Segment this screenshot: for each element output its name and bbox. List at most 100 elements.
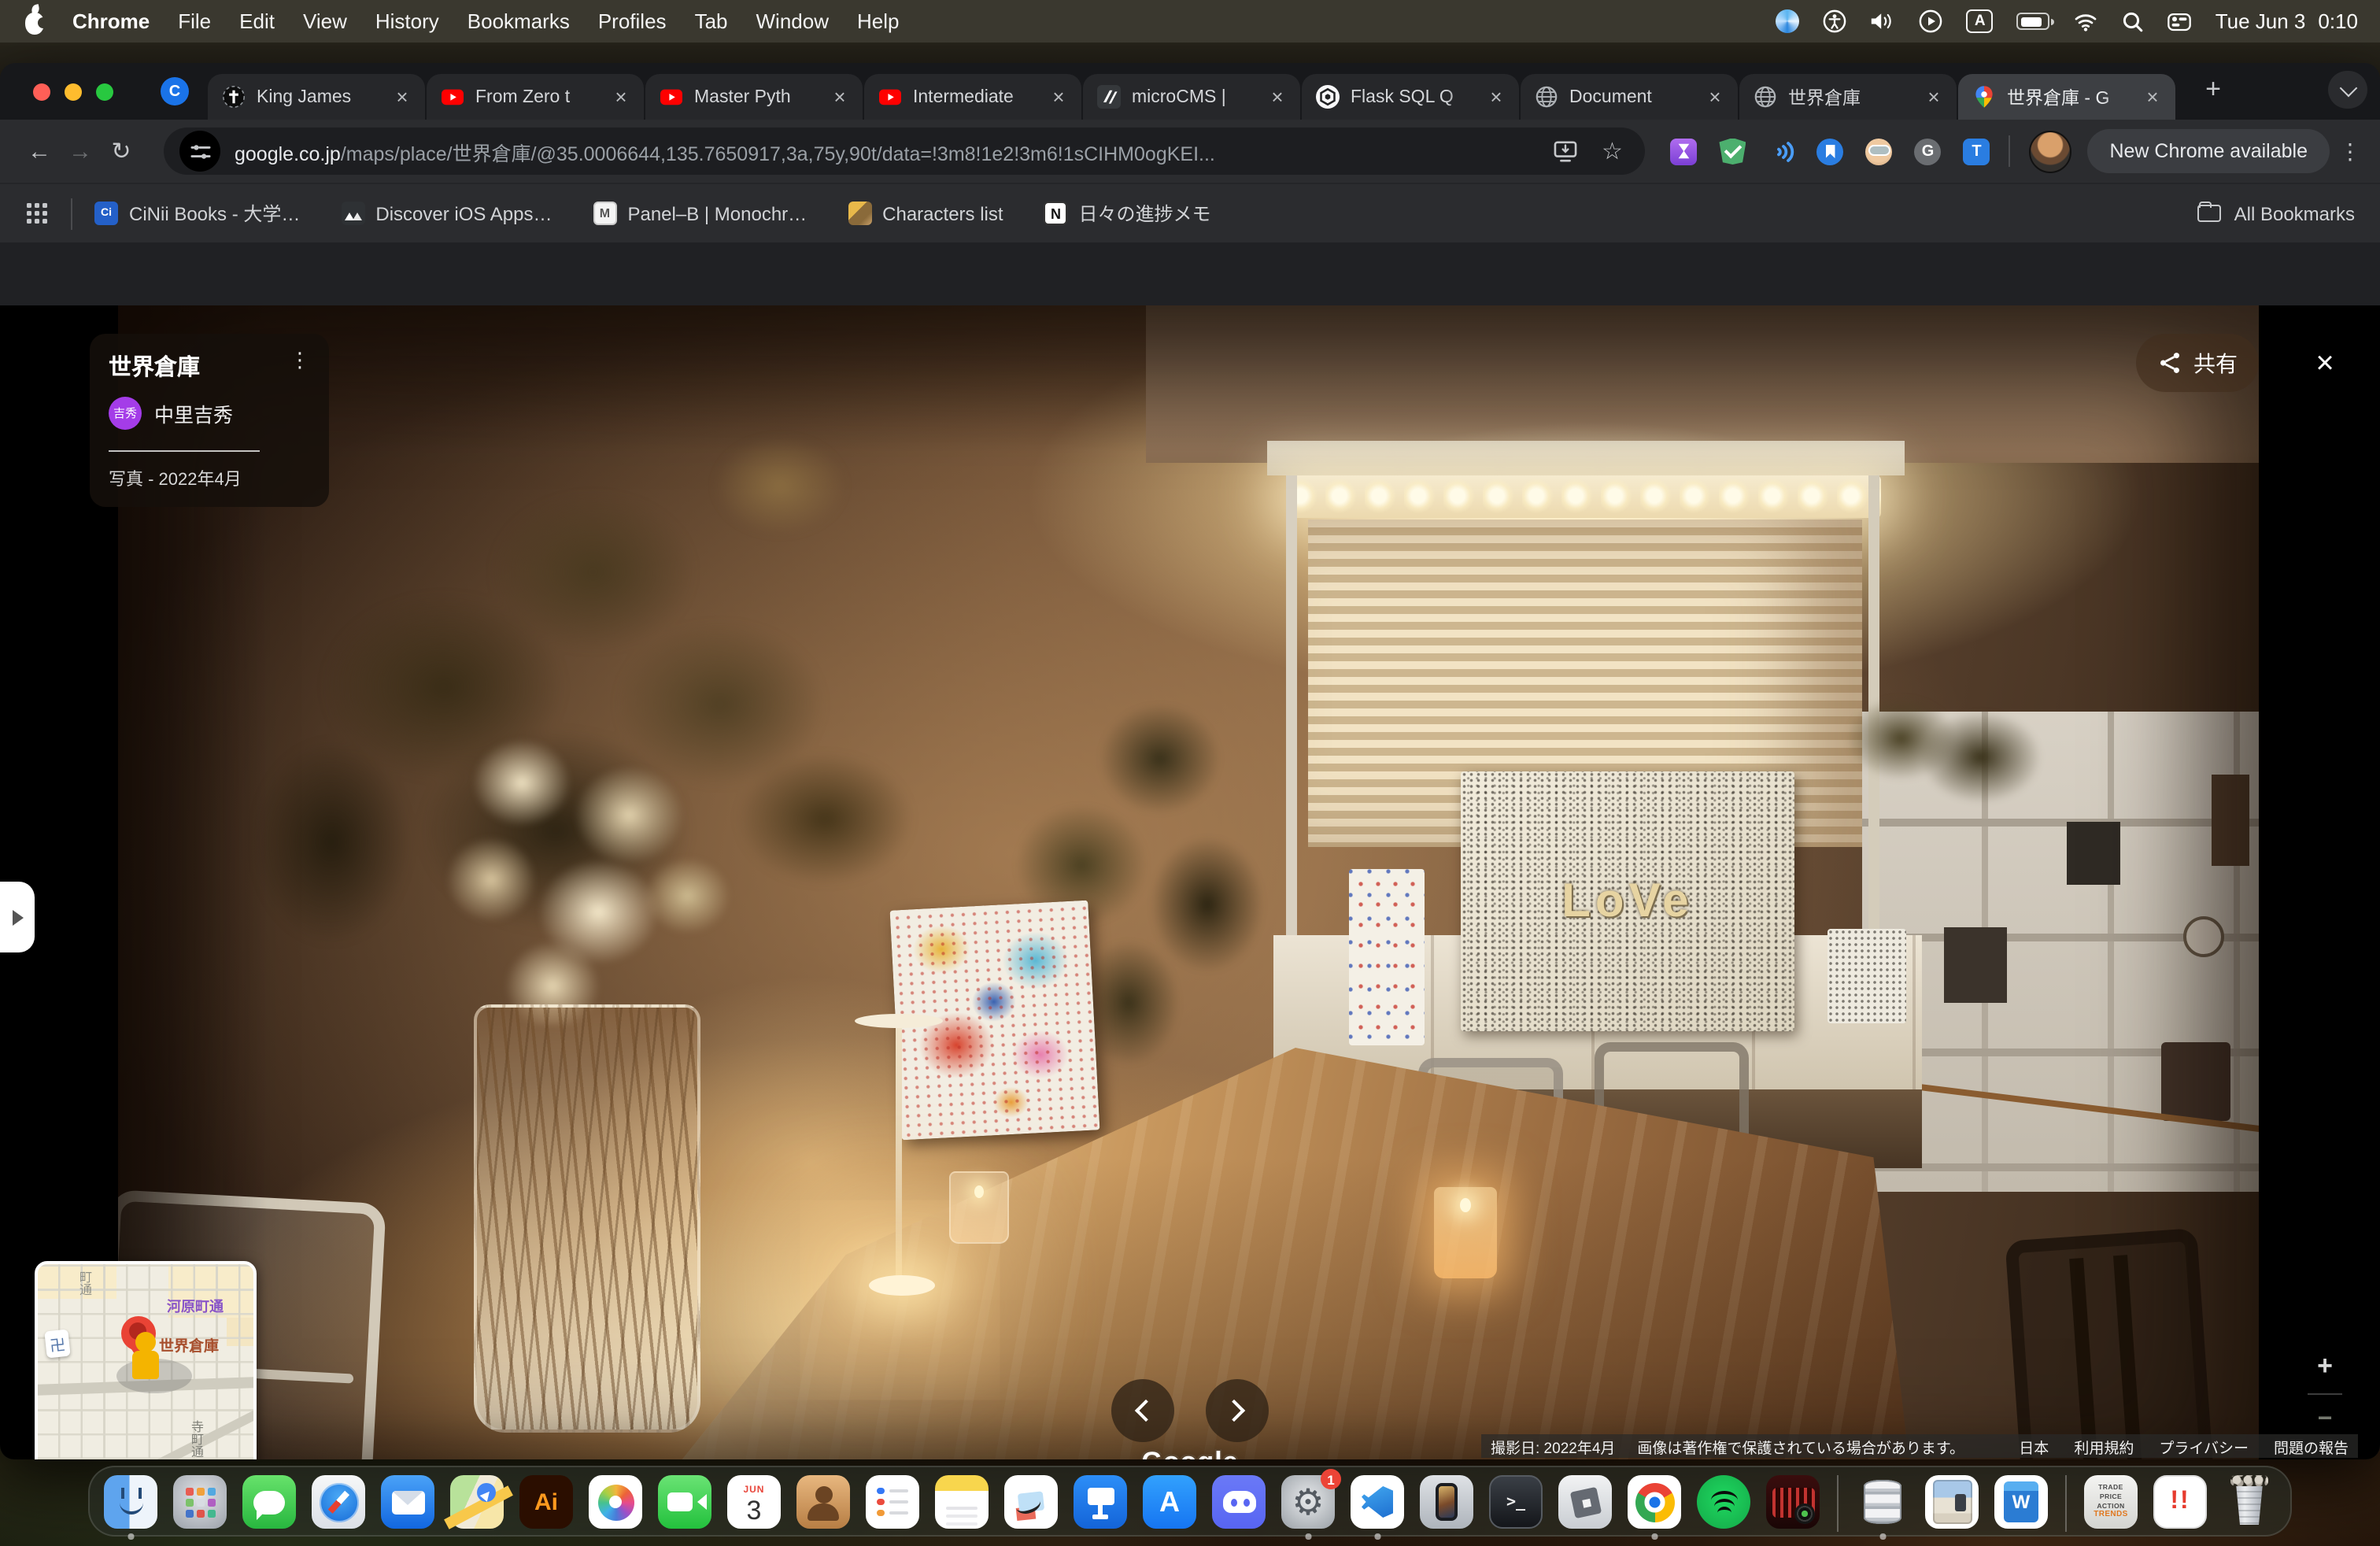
browser-tab[interactable]: King James× — [208, 74, 425, 120]
window-zoom-button[interactable] — [96, 83, 113, 101]
bookmark-item[interactable]: N日々の進捗メモ — [1044, 200, 1211, 227]
menu-clock[interactable]: Tue Jun 3 0:10 — [2216, 9, 2358, 33]
menu-history[interactable]: History — [375, 9, 439, 33]
previous-photo-button[interactable] — [1111, 1379, 1174, 1442]
menu-file[interactable]: File — [178, 9, 211, 33]
window-minimize-button[interactable] — [65, 83, 82, 101]
dock-finder[interactable] — [104, 1475, 157, 1529]
dock-spotify[interactable] — [1697, 1475, 1750, 1529]
tab-close-button[interactable]: × — [609, 85, 633, 109]
dock-djay[interactable] — [1766, 1475, 1820, 1529]
author-avatar[interactable]: 吉秀 — [109, 397, 142, 430]
close-viewer-button[interactable]: × — [2301, 340, 2349, 387]
next-photo-button[interactable] — [1206, 1379, 1269, 1442]
bookmark-ext-icon[interactable] — [1816, 138, 1843, 165]
zoom-in-button[interactable]: + — [2317, 1351, 2333, 1382]
control-center-icon[interactable] — [2168, 12, 2192, 31]
attribution-link[interactable]: 問題の報告 — [2274, 1435, 2349, 1457]
bookmark-item[interactable]: CiCiNii Books - 大学… — [94, 200, 300, 227]
menu-edit[interactable]: Edit — [239, 9, 275, 33]
apps-grid-icon[interactable] — [25, 202, 49, 225]
dock-screenshot[interactable] — [1925, 1475, 1979, 1529]
battery-icon[interactable] — [2017, 13, 2050, 30]
dock-freeform[interactable] — [1004, 1475, 1058, 1529]
place-card-menu-icon[interactable]: ⋮ — [290, 350, 310, 370]
browser-tab[interactable]: Master Pyth× — [645, 74, 863, 120]
reload-button[interactable]: ↻ — [101, 131, 142, 172]
dock-contacts[interactable] — [796, 1475, 850, 1529]
dock-mail[interactable] — [381, 1475, 434, 1529]
bookmark-star-icon[interactable]: ☆ — [1595, 134, 1629, 168]
dock-warn[interactable]: !! — [2153, 1475, 2207, 1529]
tab-close-button[interactable]: × — [1703, 85, 1727, 109]
dock-notes[interactable] — [935, 1475, 989, 1529]
dock-calendar[interactable]: JUN3 — [727, 1475, 781, 1529]
window-close-button[interactable] — [33, 83, 50, 101]
bookmark-item[interactable]: MPanel–B | Monochr… — [593, 202, 807, 225]
expand-panel-button[interactable] — [0, 882, 35, 952]
volume-icon[interactable] — [1871, 11, 1896, 31]
dock-trash[interactable] — [2223, 1475, 2276, 1529]
dock-word[interactable]: W — [1994, 1475, 2048, 1529]
tab-close-button[interactable]: × — [1484, 85, 1508, 109]
dock-safari[interactable] — [312, 1475, 365, 1529]
dock-photos[interactable] — [589, 1475, 642, 1529]
dock-facetime[interactable] — [658, 1475, 711, 1529]
browser-tab[interactable]: Intermediate× — [864, 74, 1081, 120]
address-bar[interactable]: google.co.jp/maps/place/世界倉庫/@35.0006644… — [164, 128, 1645, 175]
waves-ext-icon[interactable] — [1768, 138, 1794, 165]
browser-tab[interactable]: microCMS |× — [1083, 74, 1300, 120]
browser-tab[interactable]: From Zero t× — [427, 74, 644, 120]
play-icon[interactable] — [1920, 9, 1943, 33]
t-ext-icon[interactable]: T — [1963, 138, 1990, 165]
tab-close-button[interactable]: × — [828, 85, 852, 109]
app-swirl-icon[interactable] — [1776, 9, 1800, 33]
browser-menu-kebab-icon[interactable]: ⋮ — [2339, 138, 2361, 165]
g-ext-icon[interactable]: G — [1914, 138, 1941, 165]
dock-terminal[interactable]: >_ — [1489, 1475, 1543, 1529]
apple-menu-icon[interactable] — [25, 12, 44, 34]
hourglass-ext-icon[interactable] — [1670, 138, 1697, 165]
face-ext-icon[interactable] — [1865, 138, 1892, 165]
dock-maps[interactable] — [450, 1475, 504, 1529]
tab-close-button[interactable]: × — [390, 85, 414, 109]
attribution-link[interactable]: 利用規約 — [2074, 1435, 2134, 1457]
attribution-link[interactable]: プライバシー — [2159, 1435, 2249, 1457]
menu-view[interactable]: View — [303, 9, 347, 33]
browser-tab[interactable]: Flask SQL Q× — [1302, 74, 1519, 120]
menu-profiles[interactable]: Profiles — [598, 9, 667, 33]
dock-appstore[interactable]: A — [1143, 1475, 1196, 1529]
install-icon[interactable] — [1547, 134, 1582, 168]
input-source-icon[interactable]: A — [1967, 9, 1994, 33]
all-bookmarks-button[interactable]: All Bookmarks — [2198, 202, 2355, 224]
profile-avatar[interactable] — [2029, 130, 2071, 172]
tab-close-button[interactable]: × — [1047, 85, 1070, 109]
tab-close-button[interactable]: × — [2141, 85, 2164, 109]
menu-tab[interactable]: Tab — [695, 9, 728, 33]
pinned-tab[interactable]: C — [161, 77, 189, 105]
share-button[interactable]: 共有 — [2136, 334, 2259, 392]
menu-window[interactable]: Window — [756, 9, 830, 33]
minimap[interactable]: 河原町通 世界倉庫 町通 寺町通 卍 — [35, 1261, 257, 1459]
tab-close-button[interactable]: × — [1922, 85, 1946, 109]
site-settings-icon[interactable] — [179, 131, 220, 172]
dock-illustrator[interactable]: Ai — [519, 1475, 573, 1529]
new-tab-button[interactable]: + — [2193, 69, 2234, 110]
dock-chrome[interactable] — [1628, 1475, 1681, 1529]
dock-discord[interactable] — [1212, 1475, 1266, 1529]
dock-iphone[interactable] — [1420, 1475, 1473, 1529]
dock-book[interactable]: TRADEPRICEACTIONTRENDS — [2084, 1475, 2138, 1529]
bookmark-item[interactable]: Characters list — [848, 202, 1003, 225]
author-name[interactable]: 中里吉秀 — [154, 398, 233, 428]
dock-db[interactable] — [1856, 1475, 1909, 1529]
bookmark-item[interactable]: Discover iOS Apps… — [341, 202, 552, 225]
dock-reminders[interactable] — [866, 1475, 919, 1529]
dock-vscode[interactable] — [1351, 1475, 1404, 1529]
dock-roblox[interactable] — [1558, 1475, 1612, 1529]
accessibility-icon[interactable] — [1824, 9, 1847, 33]
dock-messages[interactable] — [242, 1475, 296, 1529]
back-button[interactable]: ← — [19, 131, 60, 172]
update-chrome-button[interactable]: New Chrome available — [2087, 129, 2330, 173]
menu-help[interactable]: Help — [857, 9, 900, 33]
wifi-icon[interactable] — [2074, 12, 2099, 31]
